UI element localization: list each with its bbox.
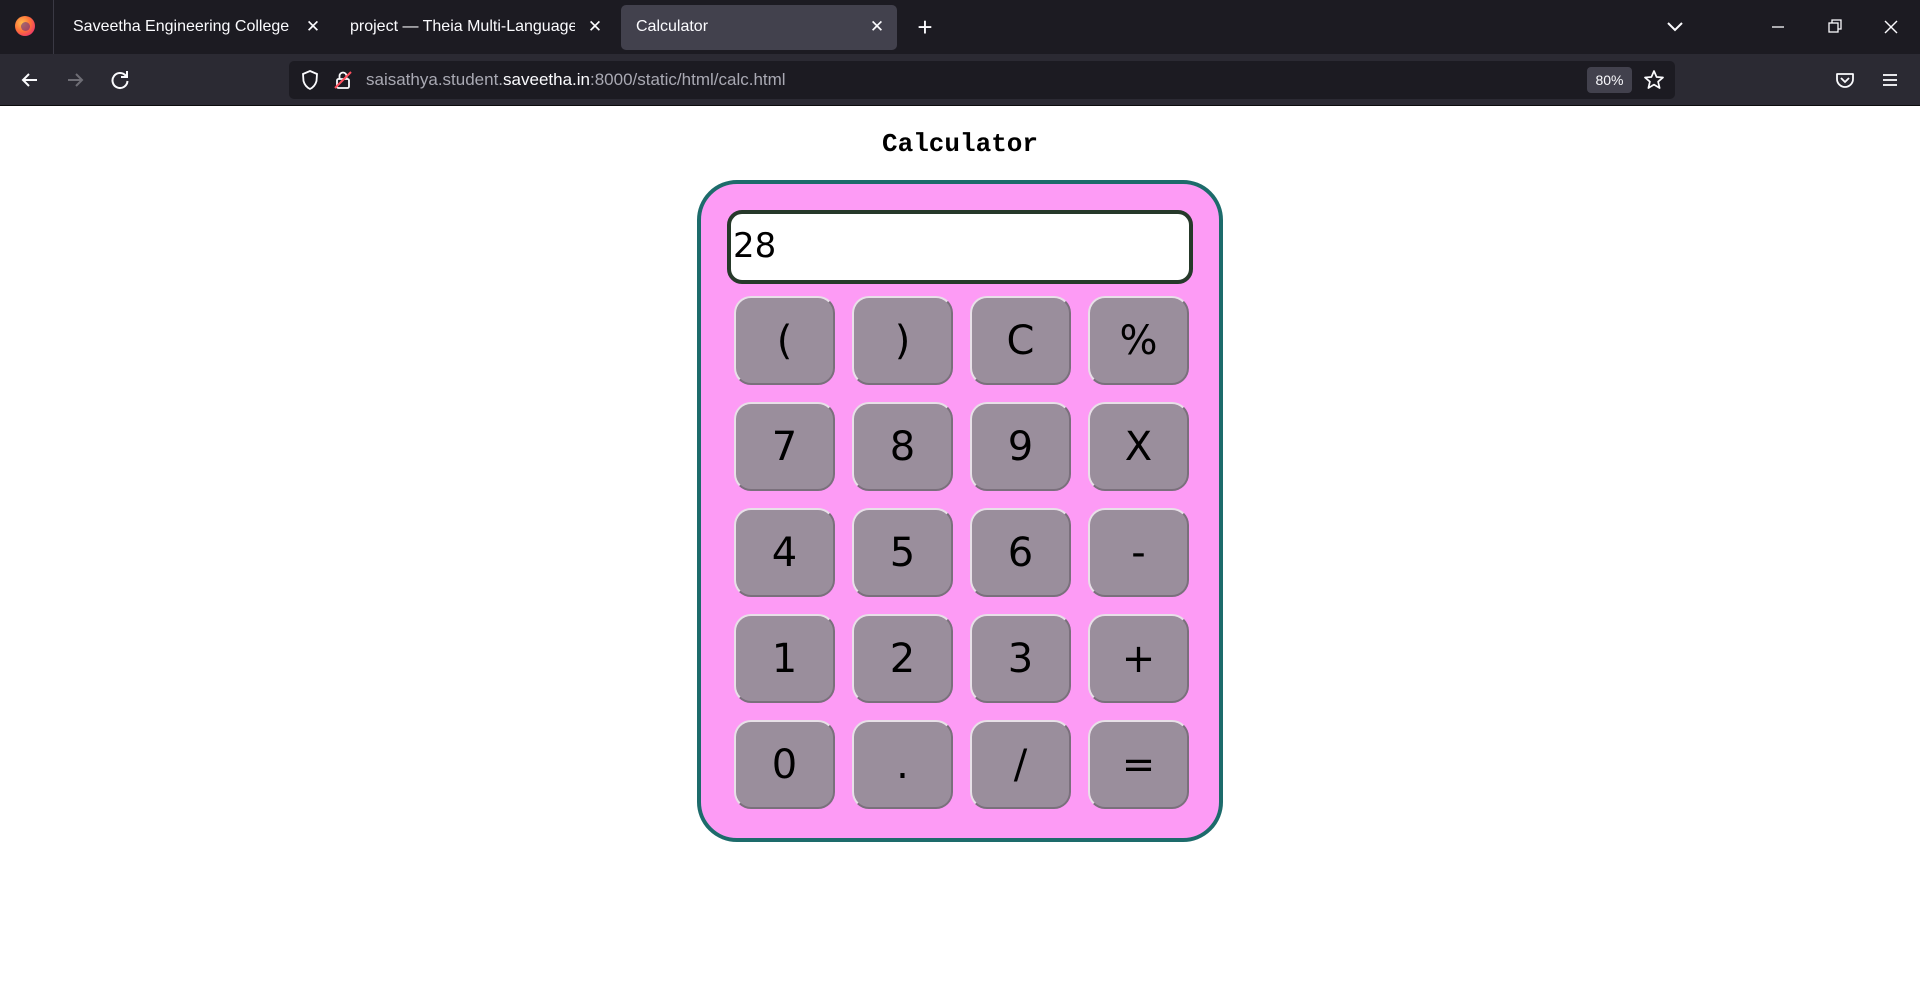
- url-host: saveetha.in: [503, 70, 590, 89]
- url-path: :8000/static/html/calc.html: [589, 70, 786, 89]
- key-subtract[interactable]: -: [1088, 508, 1189, 597]
- restore-icon[interactable]: [1818, 10, 1852, 44]
- reload-icon[interactable]: [104, 64, 136, 96]
- tab-title: Saveetha Engineering College: [73, 18, 290, 35]
- key-close-paren[interactable]: ): [852, 296, 953, 385]
- url-prefix: saisathya.student.: [366, 70, 504, 89]
- minimize-icon[interactable]: [1761, 10, 1795, 44]
- tab-saveetha[interactable]: Saveetha Engineering College ✕: [58, 5, 328, 50]
- address-bar[interactable]: saisathya.student.saveetha.in:8000/stati…: [289, 61, 1675, 99]
- tab-strip: Saveetha Engineering College ✕ project —…: [0, 0, 1920, 54]
- key-4[interactable]: 4: [734, 508, 835, 597]
- zoom-level-badge[interactable]: 80%: [1587, 67, 1632, 93]
- key-9[interactable]: 9: [970, 402, 1071, 491]
- tab-title: Calculator: [636, 18, 709, 35]
- tab-title: project — Theia Multi-Language Ex: [350, 18, 575, 35]
- key-equals[interactable]: =: [1088, 720, 1189, 809]
- navigation-toolbar: saisathya.student.saveetha.in:8000/stati…: [0, 54, 1920, 106]
- tab-divider: [53, 0, 54, 54]
- key-clear[interactable]: C: [970, 296, 1071, 385]
- pocket-icon[interactable]: [1829, 64, 1861, 96]
- key-2[interactable]: 2: [852, 614, 953, 703]
- tracking-protection-shield-icon[interactable]: [298, 68, 322, 92]
- key-percent[interactable]: %: [1088, 296, 1189, 385]
- tab-calculator[interactable]: Calculator ✕: [621, 5, 897, 50]
- url-text[interactable]: saisathya.student.saveetha.in:8000/stati…: [366, 70, 786, 90]
- key-7[interactable]: 7: [734, 402, 835, 491]
- calculator-body: 28 ( ) C % 7 8 9 X 4 5 6 - 1 2 3 + 0 . /…: [697, 180, 1223, 842]
- key-divide[interactable]: /: [970, 720, 1071, 809]
- key-0[interactable]: 0: [734, 720, 835, 809]
- calculator-display[interactable]: 28: [727, 210, 1193, 284]
- hamburger-menu-icon[interactable]: [1874, 64, 1906, 96]
- key-multiply[interactable]: X: [1088, 402, 1189, 491]
- close-tab-icon[interactable]: ✕: [301, 15, 325, 39]
- key-add[interactable]: +: [1088, 614, 1189, 703]
- bookmark-star-icon[interactable]: [1642, 68, 1666, 92]
- insecure-lock-icon[interactable]: [331, 68, 355, 92]
- forward-arrow-icon[interactable]: [59, 64, 91, 96]
- firefox-logo-icon: [15, 16, 35, 36]
- back-arrow-icon[interactable]: [14, 64, 46, 96]
- tab-project[interactable]: project — Theia Multi-Language Ex ✕: [335, 5, 605, 50]
- key-3[interactable]: 3: [970, 614, 1071, 703]
- close-window-icon[interactable]: [1874, 10, 1908, 44]
- list-all-tabs-icon[interactable]: [1660, 12, 1690, 42]
- new-tab-button[interactable]: +: [910, 12, 940, 42]
- page-title: Calculator: [881, 129, 1039, 159]
- key-open-paren[interactable]: (: [734, 296, 835, 385]
- key-6[interactable]: 6: [970, 508, 1071, 597]
- key-1[interactable]: 1: [734, 614, 835, 703]
- key-5[interactable]: 5: [852, 508, 953, 597]
- key-8[interactable]: 8: [852, 402, 953, 491]
- key-decimal[interactable]: .: [852, 720, 953, 809]
- page-content: Calculator 28 ( ) C % 7 8 9 X 4 5 6 - 1 …: [0, 107, 1920, 1006]
- close-tab-icon[interactable]: ✕: [583, 15, 607, 39]
- close-tab-icon[interactable]: ✕: [865, 15, 889, 39]
